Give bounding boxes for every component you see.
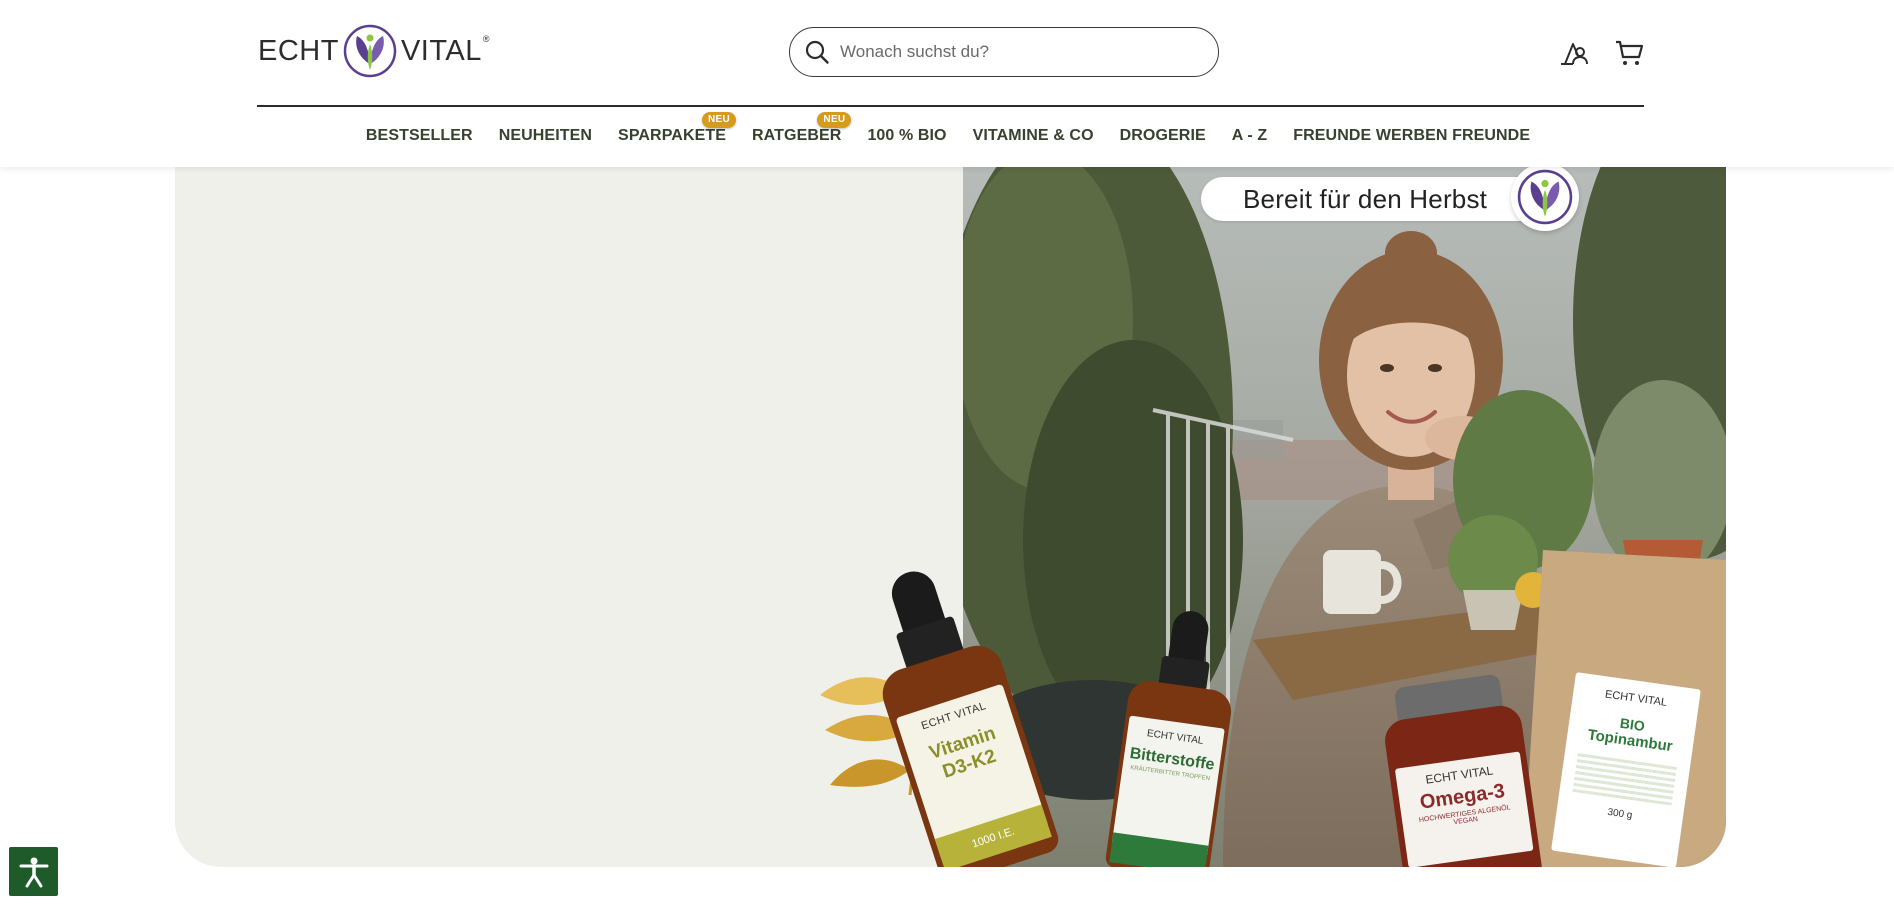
new-badge: NEU xyxy=(702,112,737,128)
search-input[interactable] xyxy=(840,42,1200,62)
cart-icon[interactable] xyxy=(1613,37,1645,69)
nav-item-sparpakete[interactable]: SPARPAKETE NEU xyxy=(618,112,737,152)
nav-item-vitamine-co[interactable]: VITAMINE & CO xyxy=(973,120,1094,152)
campaign-title: Bereit für den Herbst xyxy=(1243,183,1488,214)
logo-registered-mark: ® xyxy=(482,34,490,44)
nav-item-drogerie[interactable]: DROGERIE xyxy=(1120,120,1206,152)
site-header: ECHT VITAL ® B xyxy=(0,0,1894,167)
nav-item-100-bio[interactable]: 100 % BIO xyxy=(867,120,946,152)
account-icon[interactable] xyxy=(1558,37,1590,69)
campaign-logo-icon xyxy=(1511,163,1579,231)
nav-item-a-z[interactable]: A - Z xyxy=(1232,120,1267,152)
nav-item-bestseller[interactable]: BESTSELLER xyxy=(366,120,473,152)
product-omega-3[interactable]: ECHT VITAL Omega-3 HOCHWERTIGES ALGENÖL … xyxy=(1372,671,1548,867)
main-navigation: BESTSELLER NEUHEITEN SPARPAKETE NEU RATG… xyxy=(0,112,1894,152)
search-bar[interactable] xyxy=(789,27,1219,77)
accessibility-button[interactable] xyxy=(9,847,58,896)
site-logo[interactable]: ECHT VITAL ® xyxy=(258,24,490,78)
nav-item-freunde-werben-freunde[interactable]: FREUNDE WERBEN FREUNDE xyxy=(1293,120,1530,152)
hero-banner[interactable]: ECHT VITAL Vitamin D3-K2 1000 I.E. ECHT … xyxy=(175,120,1726,867)
search-icon[interactable] xyxy=(804,39,830,65)
logo-word-right: VITAL xyxy=(400,34,482,67)
header-divider xyxy=(257,105,1644,107)
logo-leaf-icon xyxy=(343,24,397,78)
logo-word-left: ECHT xyxy=(258,34,339,67)
nav-item-ratgeber[interactable]: RATGEBER NEU xyxy=(752,112,852,152)
new-badge: NEU xyxy=(817,112,852,128)
nav-item-neuheiten[interactable]: NEUHEITEN xyxy=(499,120,592,152)
product-brand: ECHT VITAL xyxy=(1604,688,1668,709)
product-detail: 1000 I.E. xyxy=(970,825,1017,851)
accessibility-icon xyxy=(19,857,48,887)
product-bio-topinambur[interactable]: ECHT VITAL BIO Topinambur 300 g xyxy=(1551,672,1701,867)
nutrition-table-graphic xyxy=(1572,752,1678,806)
